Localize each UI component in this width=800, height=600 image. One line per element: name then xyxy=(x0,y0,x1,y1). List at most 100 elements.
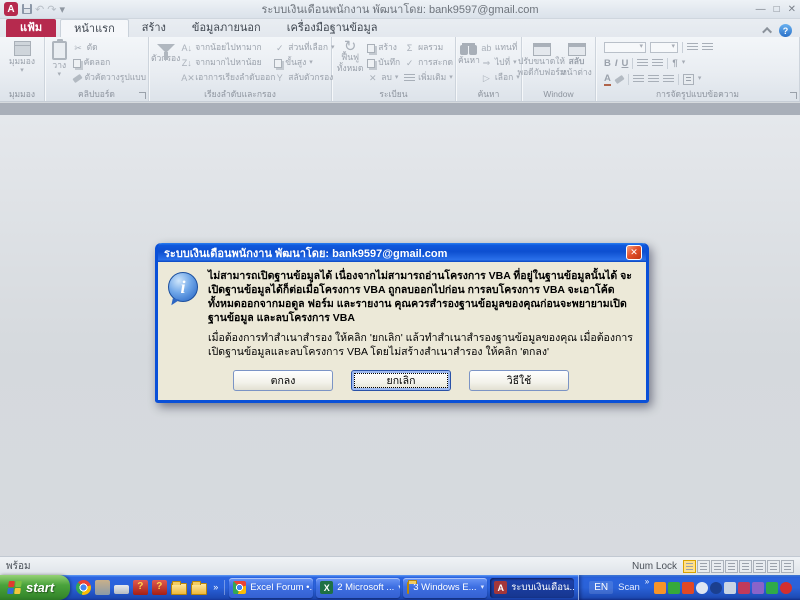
goto-button[interactable]: ⇒ ไปที่▾ xyxy=(481,57,520,69)
view-icon xyxy=(14,41,31,56)
copy-button[interactable]: คัดลอก xyxy=(73,57,146,69)
folder-icon[interactable] xyxy=(191,583,207,595)
align-left-icon[interactable] xyxy=(633,75,644,83)
delete-record-button[interactable]: ✕ ลบ▾ xyxy=(367,72,403,84)
show-desktop-icon[interactable] xyxy=(114,585,129,594)
size-to-fit-form-button[interactable]: ปรับขนาดให้ พอดีกับฟอร์ม xyxy=(526,40,558,77)
filter-button[interactable]: ตัวกรอง xyxy=(151,40,180,64)
redo-icon[interactable]: ↷ xyxy=(47,3,56,16)
sql-view-icon[interactable] xyxy=(767,560,780,573)
totals-button[interactable]: Σ ผลรวม xyxy=(404,42,453,54)
pivot-chart-view-icon[interactable] xyxy=(711,560,724,573)
quick-launch-app-icon[interactable] xyxy=(152,580,167,595)
advanced-filter-button[interactable]: ขั้นสูง▾ xyxy=(274,57,334,69)
pivot-table-view-icon[interactable] xyxy=(697,560,710,573)
access-app-icon[interactable]: A xyxy=(4,2,18,16)
design-view-icon[interactable] xyxy=(753,560,766,573)
format-painter-button[interactable]: ตัวคัดวางรูปแบบ xyxy=(73,72,146,84)
report-view-icon[interactable] xyxy=(781,560,794,573)
task-explorer-group[interactable]: 3 Windows E... ▾ xyxy=(403,578,487,598)
folder-icon[interactable] xyxy=(171,583,187,595)
toggle-filter-button[interactable]: Y สลับตัวกรอง xyxy=(274,72,334,84)
more-records-button[interactable]: เพิ่มเติม▾ xyxy=(404,72,453,84)
sort-descending-button[interactable]: Z↓ จากมากไปหาน้อย xyxy=(181,57,273,69)
start-button[interactable]: start xyxy=(0,575,70,600)
align-center-icon[interactable] xyxy=(648,75,659,83)
save-icon[interactable] xyxy=(22,4,32,14)
tab-file[interactable]: แฟ้ม xyxy=(6,19,56,37)
tray-icon[interactable] xyxy=(654,582,666,594)
views-button[interactable]: มุมมอง ▾ xyxy=(2,40,42,74)
refresh-all-button[interactable]: ↻ ฟื้นฟู ทั้งหมด xyxy=(334,40,366,73)
bullets-icon[interactable] xyxy=(687,43,698,51)
layout-view-icon[interactable] xyxy=(739,560,752,573)
close-button[interactable]: ✕ xyxy=(788,0,796,19)
help-icon[interactable]: ? xyxy=(779,24,792,37)
selection-button[interactable]: ✓ ส่วนที่เลือก▾ xyxy=(274,42,334,54)
quick-launch-app-icon[interactable] xyxy=(133,580,148,595)
minimize-button[interactable]: — xyxy=(756,0,766,19)
task-access-payroll[interactable]: A ระบบเงินเดือน... xyxy=(490,578,574,598)
save-record-button[interactable]: บันทึก xyxy=(367,57,403,69)
remove-sort-button[interactable]: A✕ เอาการเรียงลำดับออก xyxy=(181,72,273,84)
highlight-color-icon[interactable] xyxy=(614,74,624,83)
increase-indent-icon[interactable] xyxy=(652,59,663,67)
tray-icon[interactable] xyxy=(752,582,764,594)
sort-descending-icon: Z↓ xyxy=(181,58,192,69)
tray-icon[interactable] xyxy=(780,582,792,594)
tray-icon[interactable] xyxy=(766,582,778,594)
ok-button[interactable]: ตกลง xyxy=(233,370,333,391)
dialog-titlebar[interactable]: ระบบเงินเดือนพนักงาน พัฒนาโดย: bank9597@… xyxy=(158,243,646,262)
group-views: มุมมอง ▾ มุมมอง xyxy=(0,37,45,101)
numbering-icon[interactable] xyxy=(702,43,713,51)
find-button[interactable]: ค้นหา xyxy=(458,40,480,66)
language-indicator[interactable]: EN xyxy=(589,581,613,594)
tray-icon[interactable] xyxy=(682,582,694,594)
tab-database-tools[interactable]: เครื่องมือฐานข้อมูล xyxy=(274,19,391,37)
tab-home[interactable]: หน้าแรก xyxy=(60,19,129,37)
cancel-button[interactable]: ยกเลิก xyxy=(351,370,451,391)
task-chrome-excel-forum[interactable]: Excel Forum •... xyxy=(229,578,313,598)
new-record-button[interactable]: สร้าง xyxy=(367,42,403,54)
paste-button[interactable]: วาง ▾ xyxy=(47,40,72,78)
bold-icon[interactable]: B xyxy=(604,58,611,69)
italic-icon[interactable]: I xyxy=(615,58,618,69)
tab-external-data[interactable]: ข้อมูลภายนอก xyxy=(179,19,274,37)
select-button[interactable]: ▷ เลือก▾ xyxy=(481,72,520,84)
gridlines-icon[interactable] xyxy=(683,74,694,85)
picture-tool-icon[interactable] xyxy=(95,580,110,595)
replace-button[interactable]: ab แทนที่ xyxy=(481,42,520,54)
clipboard-dialog-launcher[interactable] xyxy=(139,92,146,99)
format-dialog-launcher[interactable] xyxy=(790,92,797,99)
font-color-icon[interactable]: A xyxy=(604,73,611,86)
cut-button[interactable]: ✂ ตัด xyxy=(73,42,146,54)
tray-icon[interactable] xyxy=(710,582,722,594)
task-excel-group[interactable]: X 2 Microsoft ... ▾ xyxy=(316,578,400,598)
dialog-close-button[interactable]: ✕ xyxy=(626,245,642,260)
datasheet-view-icon[interactable] xyxy=(683,560,696,573)
text-direction-icon[interactable]: ¶ xyxy=(672,58,677,69)
form-view-icon[interactable] xyxy=(725,560,738,573)
tray-network-icon[interactable] xyxy=(724,582,736,594)
tray-more-chevron[interactable]: » xyxy=(645,575,649,586)
underline-icon[interactable]: U xyxy=(622,58,629,69)
decrease-indent-icon[interactable] xyxy=(637,59,648,67)
tray-icon[interactable] xyxy=(668,582,680,594)
scan-toolbar-label[interactable]: Scan xyxy=(618,582,640,593)
tray-icon[interactable] xyxy=(738,582,750,594)
font-name-combo[interactable]: ▾ xyxy=(604,42,646,53)
help-button[interactable]: วิธีใช้ xyxy=(469,370,569,391)
qat-customize-icon[interactable]: ▾ xyxy=(59,3,65,16)
collapse-ribbon-icon[interactable] xyxy=(762,27,772,37)
font-size-combo[interactable]: ▾ xyxy=(650,42,678,53)
quick-launch-more-chevron[interactable]: » xyxy=(213,580,218,592)
sort-ascending-button[interactable]: A↓ จากน้อยไปหามาก xyxy=(181,42,273,54)
tray-icon[interactable] xyxy=(696,582,708,594)
restore-button[interactable]: □ xyxy=(774,0,780,19)
undo-icon[interactable]: ↶ xyxy=(35,3,44,16)
switch-windows-button[interactable]: สลับ หน้าต่าง xyxy=(562,40,592,77)
spelling-button[interactable]: ✓ การสะกด xyxy=(404,57,453,69)
align-right-icon[interactable] xyxy=(663,75,674,83)
chrome-icon[interactable] xyxy=(76,580,91,595)
tab-create[interactable]: สร้าง xyxy=(129,19,179,37)
